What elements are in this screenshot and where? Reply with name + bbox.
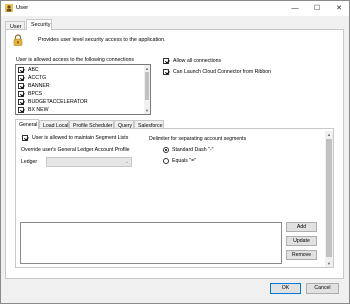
connection-label: BANNER xyxy=(28,83,50,89)
connection-item[interactable]: BUDGETACCELERATOR xyxy=(18,98,88,106)
connections-scrollbar[interactable]: ▲ ▼ xyxy=(144,65,150,114)
checkbox[interactable] xyxy=(18,91,24,97)
scroll-down-icon[interactable]: ▼ xyxy=(327,261,331,266)
ok-button[interactable]: OK xyxy=(270,283,301,294)
segment-list-box[interactable] xyxy=(20,222,282,264)
connections-label: User is allowed access to the following … xyxy=(16,57,134,63)
chevron-down-icon: ⌄ xyxy=(124,159,129,165)
scroll-thumb[interactable] xyxy=(326,139,332,257)
user-icon xyxy=(5,4,13,12)
general-scrollbar[interactable]: ▲ ▼ xyxy=(325,131,333,267)
security-description: Provides user level security access to t… xyxy=(38,37,166,43)
launch-cloud-connector-option[interactable]: Can Launch Cloud Connector from Ribbon xyxy=(163,69,271,75)
remove-button[interactable]: Remove xyxy=(286,250,317,260)
lock-icon xyxy=(13,34,23,46)
checkbox[interactable] xyxy=(18,99,24,105)
radio-dash[interactable] xyxy=(163,147,169,153)
connection-label: BX NEW xyxy=(28,107,49,113)
connections-list[interactable]: ABC ACCTG BANNER BPCS BUDGETACCELERATOR … xyxy=(15,64,151,115)
delimiter-dash-label: Standard Dash "-" xyxy=(172,147,214,153)
radio-equals[interactable] xyxy=(163,158,169,164)
connection-item[interactable]: BPCS xyxy=(18,90,42,98)
add-button[interactable]: Add xyxy=(286,222,317,232)
ledger-select[interactable]: ⌄ xyxy=(46,157,132,167)
window-title: User xyxy=(16,5,29,11)
checkbox[interactable] xyxy=(18,75,24,81)
launch-cloud-connector-label: Can Launch Cloud Connector from Ribbon xyxy=(173,69,272,75)
maintain-segment-lists-option[interactable]: User is allowed to maintain Segment List… xyxy=(22,135,128,141)
tab-general[interactable]: General xyxy=(15,119,39,129)
maximize-button[interactable]: ☐ xyxy=(306,2,328,15)
checkbox[interactable] xyxy=(18,67,24,73)
minimize-button[interactable]: — xyxy=(284,2,306,15)
connection-item[interactable]: BANNER xyxy=(18,82,50,90)
scroll-up-icon[interactable]: ▲ xyxy=(145,66,149,71)
scroll-down-icon[interactable]: ▼ xyxy=(145,108,149,113)
launch-cloud-connector-checkbox[interactable] xyxy=(163,69,169,75)
allow-all-connections-label: Allow all connections xyxy=(173,58,222,64)
connection-item[interactable]: ACCTG xyxy=(18,74,46,82)
connection-item[interactable]: ABC xyxy=(18,66,39,74)
delimiter-equals-label: Equals "=" xyxy=(172,158,197,164)
scroll-up-icon[interactable]: ▲ xyxy=(327,132,331,137)
checkbox[interactable] xyxy=(18,107,24,113)
cancel-button[interactable]: Cancel xyxy=(306,283,339,294)
delimiter-label: Delimiter for separating account segment… xyxy=(149,136,247,142)
ledger-label: Ledger xyxy=(21,159,38,165)
connection-label: BPCS xyxy=(28,91,43,97)
connection-label: BUDGETACCELERATOR xyxy=(28,99,88,105)
delimiter-option-equals[interactable]: Equals "=" xyxy=(163,158,196,164)
tab-security[interactable]: Security xyxy=(26,19,52,30)
allow-all-connections-option[interactable]: Allow all connections xyxy=(163,58,221,64)
maintain-segment-lists-label: User is allowed to maintain Segment List… xyxy=(32,135,129,141)
close-button[interactable]: ✕ xyxy=(328,2,350,15)
connection-label: ACCTG xyxy=(28,75,47,81)
connection-item[interactable]: BX NEW xyxy=(18,106,48,114)
override-label: Override user's General Ledger Account P… xyxy=(21,147,130,153)
checkbox[interactable] xyxy=(18,83,24,89)
scroll-thumb[interactable] xyxy=(145,72,149,100)
connection-label: ABC xyxy=(28,67,39,73)
update-button[interactable]: Update xyxy=(286,236,317,246)
allow-all-connections-checkbox[interactable] xyxy=(163,58,169,64)
title-bar: User — ☐ ✕ xyxy=(1,1,349,16)
delimiter-option-dash[interactable]: Standard Dash "-" xyxy=(163,147,213,153)
maintain-segment-lists-checkbox[interactable] xyxy=(22,135,28,141)
